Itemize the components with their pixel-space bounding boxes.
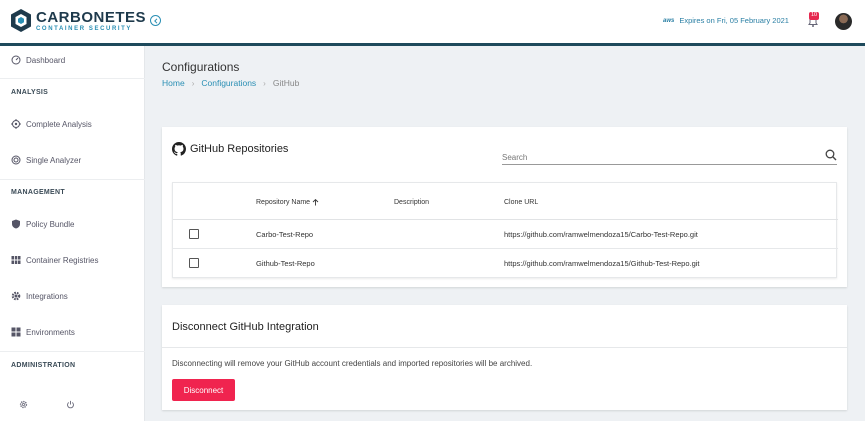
top-bar: CARBONETES CONTAINER SECURITY aws Expire… (0, 0, 865, 43)
avatar[interactable] (835, 13, 852, 30)
table-row[interactable]: Github-Test-Repo https://github.com/ramw… (173, 249, 838, 278)
target-icon (11, 155, 21, 165)
sidebar-footer (19, 400, 75, 409)
sidebar-divider (0, 179, 145, 180)
logo-subtitle: CONTAINER SECURITY (36, 25, 133, 32)
column-header-repository-name[interactable]: Repository Name (256, 199, 319, 206)
shield-icon (11, 219, 21, 229)
sidebar-heading-management: MANAGEMENT (11, 189, 65, 196)
disconnect-button[interactable]: Disconnect (172, 379, 235, 401)
column-header-clone-url[interactable]: Clone URL (504, 199, 538, 206)
card-title: Disconnect GitHub Integration (172, 321, 319, 333)
carbonetes-logo-icon (11, 9, 31, 32)
repository-name: Carbo-Test-Repo (256, 230, 314, 239)
repositories-table: Repository Name Description Clone URL Ca… (172, 182, 838, 278)
sidebar-item-label: Complete Analysis (26, 119, 92, 129)
sidebar-item-dashboard[interactable]: Dashboard (0, 46, 145, 74)
sidebar-item-label: Single Analyzer (26, 155, 82, 165)
disconnect-github-card: Disconnect GitHub Integration Disconnect… (162, 305, 847, 410)
sidebar-item-label: Dashboard (26, 55, 66, 65)
card-title: GitHub Repositories (172, 142, 288, 156)
sidebar-divider (0, 78, 145, 79)
card-divider (162, 347, 847, 348)
column-label: Repository Name (256, 199, 311, 206)
search-field (502, 147, 837, 166)
gear-icon (11, 291, 21, 301)
search-icon[interactable] (825, 149, 837, 161)
row-checkbox[interactable] (189, 229, 199, 239)
logo[interactable]: CARBONETES CONTAINER SECURITY (10, 8, 146, 33)
power-icon[interactable] (66, 400, 75, 409)
github-icon (172, 142, 186, 156)
sidebar-item-label: Integrations (26, 291, 68, 301)
chevron-right-icon: › (191, 78, 195, 88)
crosshair-icon (11, 119, 21, 129)
collapse-left-icon (153, 17, 157, 24)
sidebar: Dashboard ANALYSIS Complete Analysis Sin… (0, 46, 145, 421)
sidebar-item-environments[interactable]: Environments (0, 318, 145, 346)
grid-icon (11, 255, 21, 265)
card-title-text: GitHub Repositories (190, 143, 289, 155)
column-header-description[interactable]: Description (394, 199, 429, 206)
sidebar-heading-analysis: ANALYSIS (11, 89, 49, 96)
disconnect-message: Disconnecting will remove your GitHub ac… (172, 359, 533, 368)
sidebar-heading-administration: ADMINISTRATION (11, 362, 76, 369)
sidebar-item-label: Policy Bundle (26, 219, 75, 229)
clone-url: https://github.com/ramwelmendoza15/Githu… (504, 259, 700, 268)
expires-text: Expires on Fri, 05 February 2021 (679, 16, 789, 25)
table-row[interactable]: Carbo-Test-Repo https://github.com/ramwe… (173, 220, 838, 249)
page-title: Configurations (162, 60, 240, 74)
github-repositories-card: GitHub Repositories Repository Name Desc… (162, 127, 847, 287)
sidebar-item-policy-bundle[interactable]: Policy Bundle (0, 210, 145, 238)
breadcrumb-configurations[interactable]: Configurations (201, 78, 256, 88)
breadcrumb-current: GitHub (272, 78, 300, 88)
sidebar-divider (0, 351, 145, 352)
row-checkbox[interactable] (189, 258, 199, 268)
sidebar-item-label: Environments (26, 327, 75, 337)
aws-icon: aws (663, 17, 675, 24)
logo-text: CARBONETES (36, 8, 147, 26)
apps-icon (11, 327, 21, 337)
dashboard-icon (11, 55, 21, 65)
sidebar-item-container-registries[interactable]: Container Registries (0, 246, 145, 274)
sidebar-item-label: Container Registries (26, 255, 99, 265)
breadcrumb-home[interactable]: Home (162, 78, 185, 88)
subscription-expiry: aws Expires on Fri, 05 February 2021 (663, 16, 789, 25)
clone-url: https://github.com/ramwelmendoza15/Carbo… (504, 230, 698, 239)
repository-name: Github-Test-Repo (256, 259, 315, 268)
chevron-right-icon: › (263, 78, 266, 88)
sidebar-item-single-analyzer[interactable]: Single Analyzer (0, 146, 145, 174)
settings-icon[interactable] (19, 400, 28, 409)
notification-badge: 10 (809, 12, 820, 20)
breadcrumb: Home › Configurations › GitHub (162, 78, 299, 88)
search-input[interactable] (502, 149, 812, 166)
table-header: Repository Name Description Clone URL (173, 183, 838, 220)
collapse-sidebar-button[interactable] (150, 15, 161, 26)
arrow-up-icon (312, 199, 319, 206)
sidebar-item-complete-analysis[interactable]: Complete Analysis (0, 110, 145, 138)
sidebar-item-integrations[interactable]: Integrations (0, 282, 145, 310)
